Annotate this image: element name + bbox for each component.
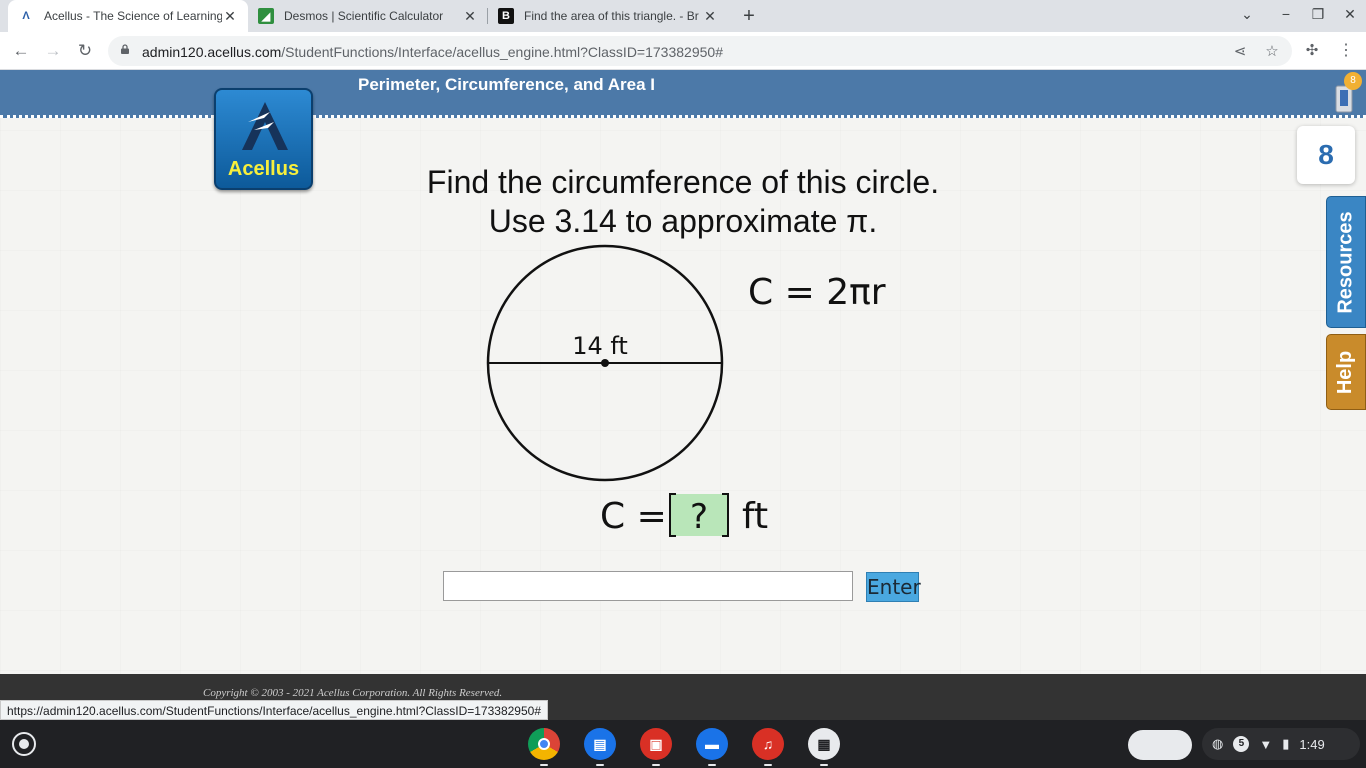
acellus-mark-icon — [242, 102, 288, 150]
network-status-icon: ◍ — [1212, 736, 1224, 751]
tab-desmos[interactable]: ◢ Desmos | Scientific Calculator ✕ — [248, 0, 488, 32]
running-indicator — [540, 764, 548, 766]
acellus-brand-text: Acellus — [227, 158, 300, 180]
notification-count: 5 — [1233, 736, 1250, 752]
help-label: Help — [1334, 350, 1357, 394]
messages-app-icon[interactable]: ▤ — [584, 728, 616, 760]
gallery-app-icon[interactable]: ▣ — [640, 728, 672, 760]
resources-label: Resources — [1334, 210, 1357, 314]
tab-title: Desmos | Scientific Calculator — [284, 9, 444, 23]
browser-toolbar: ← → ↻ admin120.acellus.com/StudentFuncti… — [0, 32, 1366, 70]
desmos-favicon-icon: ◢ — [258, 8, 274, 24]
tab-brainly[interactable]: B Find the area of this triangle. - Br ✕ — [488, 0, 728, 32]
question-line-2: Use 3.14 to approximate π. — [488, 203, 878, 239]
launcher-icon[interactable] — [12, 732, 36, 756]
lock-icon — [121, 44, 129, 54]
resources-tab[interactable]: Resources — [1326, 196, 1366, 328]
battery-icon: ▮ — [1282, 736, 1290, 751]
running-indicator — [708, 764, 716, 766]
circumference-formula: C = 2πr — [748, 272, 886, 313]
close-tab-icon[interactable]: ✕ — [222, 8, 238, 25]
reload-icon[interactable]: ↻ — [74, 40, 96, 62]
url-text: admin120.acellus.com/StudentFunctions/In… — [142, 44, 723, 60]
bookmark-star-icon[interactable]: ☆ — [1262, 42, 1282, 60]
running-indicator — [596, 764, 604, 766]
url-host: admin120.acellus.com — [142, 44, 282, 60]
running-indicator — [652, 764, 660, 766]
lesson-title: Perimeter, Circumference, and Area I — [358, 75, 656, 94]
browser-tab-bar: Λ Acellus - The Science of Learning ✕ ◢ … — [0, 0, 1366, 32]
tab-title: Find the area of this triangle. - Br — [524, 9, 699, 23]
question-text: Find the circumference of this circle. U… — [383, 163, 983, 241]
address-bar[interactable]: admin120.acellus.com/StudentFunctions/In… — [108, 36, 1292, 66]
copyright-text: Copyright © 2003 - 2021 Acellus Corporat… — [203, 687, 503, 699]
link-status-bubble: https://admin120.acellus.com/StudentFunc… — [0, 700, 548, 720]
headphones-app-icon[interactable]: ♫ — [752, 728, 784, 760]
diameter-label: 14 ft — [572, 332, 628, 360]
tab-title: Acellus - The Science of Learning — [44, 9, 222, 23]
answer-blank-mark: ? — [690, 497, 708, 537]
close-window-icon[interactable]: ✕ — [1340, 6, 1360, 23]
enter-button[interactable]: Enter — [866, 572, 921, 602]
acellus-logo: Acellus — [214, 88, 313, 190]
center-point — [601, 359, 609, 367]
screen-capture-app-icon[interactable]: ▦ — [808, 728, 840, 760]
url-path: /StudentFunctions/Interface/acellus_engi… — [281, 44, 723, 60]
running-indicator — [764, 764, 772, 766]
close-tab-icon[interactable]: ✕ — [702, 8, 718, 25]
points-counter: 8 — [1297, 126, 1355, 184]
close-tab-icon[interactable]: ✕ — [462, 8, 478, 25]
tab-acellus[interactable]: Λ Acellus - The Science of Learning ✕ — [8, 0, 248, 32]
lesson-header: Perimeter, Circumference, and Area I — [0, 70, 1366, 118]
share-icon[interactable]: ⋖ — [1230, 42, 1250, 60]
files-app-icon[interactable]: ▬ — [696, 728, 728, 760]
acellus-favicon-icon: Λ — [22, 10, 30, 22]
holding-space-thumbnail[interactable] — [1128, 730, 1192, 760]
answer-input[interactable] — [443, 571, 853, 601]
wifi-icon: ▼ — [1259, 736, 1273, 752]
minimize-window-icon[interactable]: − — [1276, 6, 1296, 22]
tab-search-chevron-icon[interactable]: ⌄ — [1237, 6, 1257, 23]
back-arrow-icon[interactable]: ← — [10, 40, 32, 62]
browser-menu-icon[interactable]: ⋮ — [1338, 40, 1354, 60]
acellus-page: Perimeter, Circumference, and Area I Ace… — [0, 70, 1366, 674]
forward-arrow-icon[interactable]: → — [42, 40, 64, 62]
help-tab[interactable]: Help — [1326, 334, 1366, 410]
os-shelf: ▤ ▣ ▬ ♫ ▦ ◍ 5 ▼ ▮ 1:49 — [0, 720, 1366, 768]
new-tab-button[interactable]: + — [737, 4, 761, 28]
notification-badge: 8 — [1344, 72, 1362, 90]
brainly-favicon-icon: B — [498, 8, 514, 24]
answer-lhs: C = — [600, 496, 667, 537]
status-tray[interactable]: ◍ 5 ▼ ▮ 1:49 — [1202, 728, 1360, 760]
circle-figure: 14 ft C = 2πr C = ? ft — [486, 244, 886, 537]
chrome-app-icon[interactable] — [528, 728, 560, 760]
answer-unit: ft — [742, 496, 768, 537]
extensions-puzzle-icon[interactable]: ✣ — [1302, 41, 1322, 59]
restore-window-icon[interactable]: ❐ — [1308, 6, 1328, 23]
question-line-1: Find the circumference of this circle. — [426, 164, 940, 200]
clock-time: 1:49 — [1299, 736, 1325, 752]
running-indicator — [820, 764, 828, 766]
